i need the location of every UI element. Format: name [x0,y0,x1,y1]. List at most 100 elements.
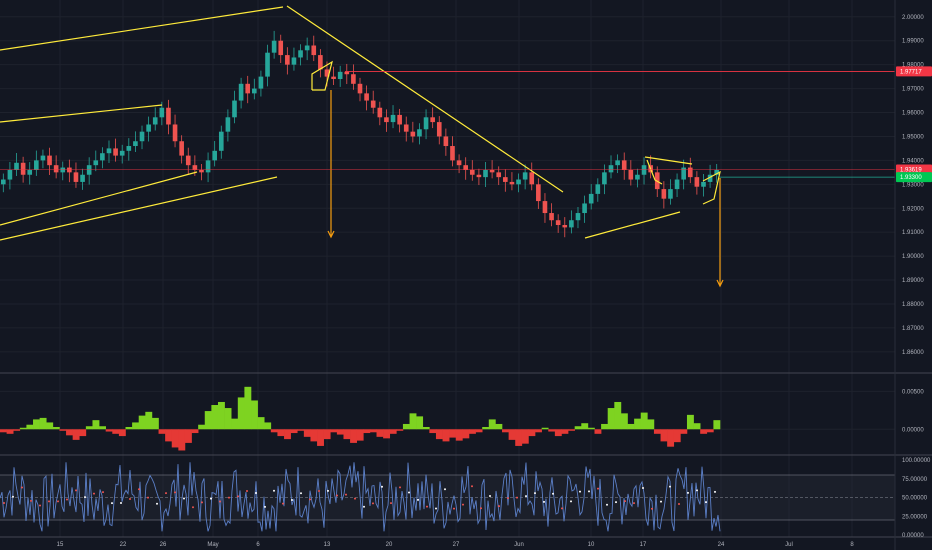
candle-up [225,117,231,132]
histogram-bar-negative [700,429,708,434]
candle-down [443,136,449,147]
price-tick-label: 1.99000 [902,39,924,45]
candle-down [542,201,548,214]
candle-down [113,148,118,156]
histogram-bar-positive [402,423,410,430]
oscillator-signal-dot [174,491,176,494]
time-tick-label: 22 [120,542,127,548]
candle-up [133,141,138,147]
candle-up [423,117,429,130]
histogram-bar-positive [495,423,503,430]
candle-up [218,131,224,151]
candle-down [166,107,171,125]
candle-up [516,179,521,185]
price-tick-label: 1.96000 [902,111,924,117]
price-tag-resistance: 1.97717 [900,69,922,75]
histogram-bar-positive [416,416,424,430]
candle-down [549,213,554,221]
oscillator-signal-dot [201,501,203,504]
candle-up [588,193,594,204]
oscillator-signal-dot [498,505,500,508]
oscillator-signal-dot [633,502,635,505]
histogram-bar-negative [508,429,516,440]
histogram-bar-positive [422,426,430,430]
candle-down [357,83,363,94]
candle-up [337,71,343,80]
oscillator-signal-dot [678,503,680,506]
candle-up [701,181,706,187]
oscillator-signal-dot [183,497,185,500]
histogram-bar-positive [211,405,219,430]
oscillator-signal-dot [21,486,23,489]
histogram-bar-negative [363,429,371,434]
histogram-bar-negative [554,429,562,437]
candle-up [139,131,145,142]
histogram-bar-positive [587,427,595,430]
price-tick-label: 1.97000 [902,87,924,93]
histogram-bar-positive [244,386,252,430]
histogram-bar-positive [39,417,47,430]
histogram-bar-negative [594,429,602,434]
candle-up [271,40,277,53]
time-tick-label: Jun [514,542,524,548]
candle-down [285,55,290,65]
candle-down [172,124,178,142]
oscillator-signal-dot [525,495,527,498]
time-tick-label: May [207,542,218,548]
oscillator-signal-dot [660,500,662,503]
histogram-bar-positive [224,408,232,430]
candle-down [20,162,26,175]
candle-up [60,167,66,173]
histogram-bar-positive [151,417,159,430]
histogram-bar-negative [191,429,199,434]
histogram-bar-negative [343,429,351,440]
histogram-bar-positive [627,423,635,430]
histogram-bar-positive [19,427,27,430]
candle-up [205,160,211,173]
candle-down [311,45,317,56]
candle-down [179,141,184,156]
candle-up [212,150,217,161]
histogram-bar-positive [482,426,490,430]
candle-down [185,155,191,166]
candle-down [278,40,284,56]
histogram-bar-negative [442,429,450,442]
candle-up [80,174,85,182]
histogram-bar-positive [257,417,265,430]
histogram-bar-negative [667,429,675,447]
candle-down [410,131,416,137]
candle-up [608,165,614,173]
oscillator-tick-label: 25.00000 [902,514,928,520]
histogram-bar-negative [303,429,311,437]
oscillator-signal-dot [318,489,320,492]
oscillator-signal-dot [669,485,671,488]
oscillator-signal-dot [687,491,689,494]
histogram-bar-negative [350,429,357,443]
oscillator-signal-dot [300,492,302,495]
price-axis[interactable]: 2.000001.990001.980001.970001.960001.950… [902,15,924,356]
histogram-bar-negative [502,429,509,433]
histogram-bar-negative [561,429,569,434]
histogram-bar-negative [535,429,542,433]
candle-up [14,162,19,170]
oscillator-signal-dot [84,496,86,499]
oscillator-signal-dot [489,495,491,498]
histogram-bar-negative [66,429,73,436]
histogram-bar-negative [158,429,166,434]
histogram-bar-positive [713,420,721,430]
histogram-bar-positive [409,413,417,430]
candle-down [430,117,435,123]
price-tick-label: 2.00000 [902,15,924,21]
candle-up [602,172,607,185]
histogram-bar-negative [435,429,443,440]
histogram-bar-negative [673,429,681,443]
time-tick-label: 26 [160,542,167,548]
histogram-bar-positive [634,418,642,430]
histogram-bar-negative [680,429,688,434]
histogram-bar-negative [383,429,391,439]
price-tick-label: 1.95000 [902,134,924,140]
candle-up [615,160,620,166]
oscillator-signal-dot [570,500,572,503]
histogram-bar-positive [693,423,701,430]
histogram-bar-positive [640,412,648,430]
